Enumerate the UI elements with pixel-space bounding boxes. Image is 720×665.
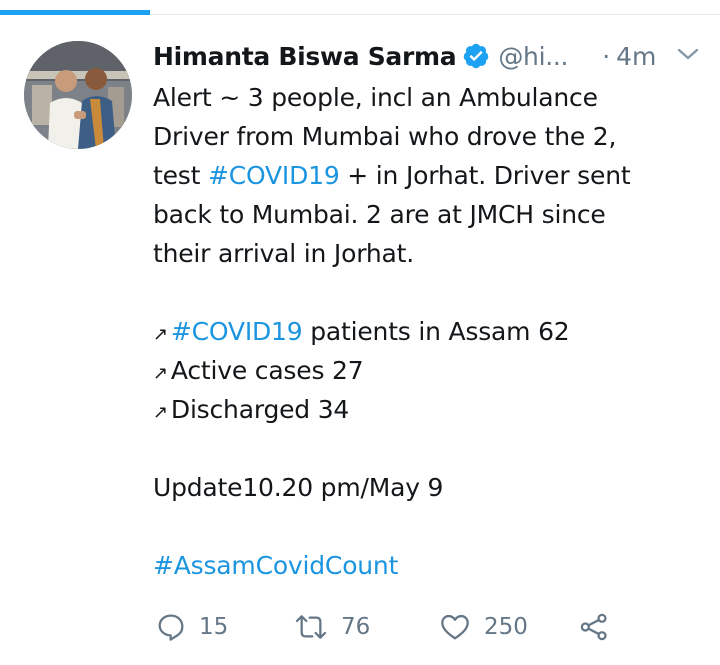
avatar[interactable] — [24, 41, 132, 149]
like-button[interactable]: 250 — [438, 607, 528, 647]
reply-button[interactable]: 15 — [155, 607, 228, 647]
retweet-count: 76 — [341, 614, 371, 640]
arrow-icon: ↗ — [153, 402, 168, 423]
tweet-header: Himanta Biswa Sarma @hi... · 4m — [153, 38, 700, 74]
reply-count: 15 — [199, 614, 229, 640]
heart-icon — [441, 614, 469, 640]
hashtag-link[interactable]: #COVID19 — [171, 317, 303, 346]
tweet-line: Driver from Mumbai who drove the 2, — [153, 122, 617, 151]
stat-line-discharged: ↗ Discharged 34 — [153, 390, 698, 429]
like-count: 250 — [484, 614, 528, 640]
author-handle[interactable]: @hi... — [498, 42, 568, 71]
tweet-text: Alert ~ 3 people, incl an Ambulance Driv… — [153, 78, 698, 585]
share-icon — [580, 613, 607, 641]
arrow-icon: ↗ — [153, 324, 168, 345]
active-tab-indicator — [0, 10, 150, 15]
arrow-icon: ↗ — [153, 363, 168, 384]
stat-line-active: ↗ Active cases 27 — [153, 351, 698, 390]
stat-line-patients: ↗ #COVID19 patients in Assam 62 — [153, 312, 698, 351]
timestamp[interactable]: 4m — [616, 42, 656, 71]
stat-text: Discharged 34 — [170, 395, 350, 424]
retweet-icon — [295, 615, 327, 639]
hashtag-link[interactable]: #COVID19 — [208, 161, 340, 190]
stat-text: Active cases 27 — [170, 356, 364, 385]
tweet-line-text: test — [153, 161, 208, 190]
tweet-line-text: + in Jorhat. Driver sent — [339, 161, 631, 190]
tweet-line: back to Mumbai. 2 are at JMCH since — [153, 200, 606, 229]
update-line: Update10.20 pm/May 9 — [153, 473, 444, 502]
reply-icon — [158, 614, 184, 641]
author-name[interactable]: Himanta Biswa Sarma — [153, 42, 457, 71]
tweet-line: Alert ~ 3 people, incl an Ambulance — [153, 83, 598, 112]
tweet-line: test #COVID19 + in Jorhat. Driver sent — [153, 156, 698, 195]
tweet-line: their arrival in Jorhat. — [153, 239, 414, 268]
retweet-button[interactable]: 76 — [293, 607, 370, 647]
avatar-photo — [24, 41, 132, 149]
chevron-down-icon[interactable] — [674, 44, 702, 64]
stat-text: patients in Assam 62 — [302, 317, 570, 346]
tweet-actions: 15 76 250 — [153, 607, 623, 647]
separator-dot: · — [602, 41, 611, 71]
hashtag-link[interactable]: #AssamCovidCount — [153, 546, 698, 585]
verified-badge-icon — [464, 43, 489, 69]
share-button[interactable] — [578, 607, 610, 647]
